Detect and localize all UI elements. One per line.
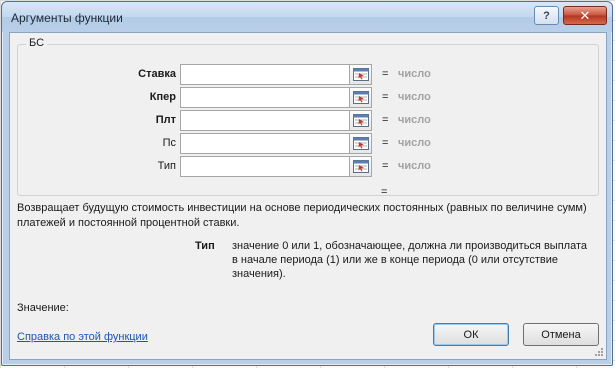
- collapse-dialog-icon: [352, 114, 369, 127]
- title-bar[interactable]: Аргументы функции ? ✕: [2, 2, 612, 32]
- arg-value: число: [398, 91, 431, 103]
- function-arguments-dialog: Аргументы функции ? ✕ БС Ставка = число …: [1, 1, 613, 366]
- equals-sign: =: [382, 160, 389, 172]
- nper-ref-button[interactable]: [350, 87, 372, 108]
- arg-value: число: [398, 160, 431, 172]
- nper-input[interactable]: [180, 87, 350, 108]
- arg-row-rate: Ставка = число: [18, 64, 600, 86]
- type-ref-button[interactable]: [350, 156, 372, 177]
- help-on-function-link[interactable]: Справка по этой функции: [17, 331, 148, 343]
- equals-sign: =: [382, 91, 389, 103]
- arg-label: Ставка: [138, 68, 176, 80]
- collapse-dialog-icon: [352, 91, 369, 104]
- arg-value: число: [398, 114, 431, 126]
- arg-value: число: [398, 68, 431, 80]
- arg-help-text: значение 0 или 1, обозначающее, должна л…: [232, 240, 587, 280]
- equals-sign: =: [382, 114, 389, 126]
- pmt-ref-button[interactable]: [350, 110, 372, 131]
- pv-ref-button[interactable]: [350, 133, 372, 154]
- arg-value: число: [398, 137, 431, 149]
- resize-grip-icon[interactable]: [594, 347, 604, 357]
- collapse-dialog-icon: [352, 160, 369, 173]
- collapse-dialog-icon: [352, 137, 369, 150]
- equals-sign: =: [382, 137, 389, 149]
- formula-result-equals: =: [381, 186, 388, 198]
- pmt-input[interactable]: [180, 110, 350, 131]
- cancel-button[interactable]: Отмена: [523, 323, 599, 346]
- function-group-box: БС Ставка = число Кпер = число Плт = чис…: [17, 37, 600, 196]
- arg-label: Кпер: [149, 91, 176, 103]
- arg-row-pmt: Плт = число: [18, 110, 600, 132]
- arg-label: Плт: [155, 114, 176, 126]
- value-label: Значение:: [17, 302, 69, 314]
- dialog-body: БС Ставка = число Кпер = число Плт = чис…: [9, 32, 607, 360]
- close-button[interactable]: ✕: [563, 6, 607, 25]
- type-input[interactable]: [180, 156, 350, 177]
- arg-help-name: Тип: [195, 240, 215, 252]
- help-button[interactable]: ?: [534, 6, 559, 25]
- collapse-dialog-icon: [352, 68, 369, 81]
- arg-label: Пс: [162, 137, 176, 149]
- arg-row-pv: Пс = число: [18, 133, 600, 155]
- rate-ref-button[interactable]: [350, 64, 372, 85]
- rate-input[interactable]: [180, 64, 350, 85]
- arg-label: Тип: [157, 160, 176, 172]
- arg-row-type: Тип = число: [18, 156, 600, 178]
- pv-input[interactable]: [180, 133, 350, 154]
- close-icon: ✕: [579, 7, 591, 23]
- function-name: БС: [26, 37, 48, 49]
- dialog-title: Аргументы функции: [11, 11, 123, 25]
- equals-sign: =: [382, 68, 389, 80]
- function-description: Возвращает будущую стоимость инвестиции …: [17, 202, 587, 229]
- ok-button[interactable]: ОК: [433, 323, 509, 346]
- arg-row-nper: Кпер = число: [18, 87, 600, 109]
